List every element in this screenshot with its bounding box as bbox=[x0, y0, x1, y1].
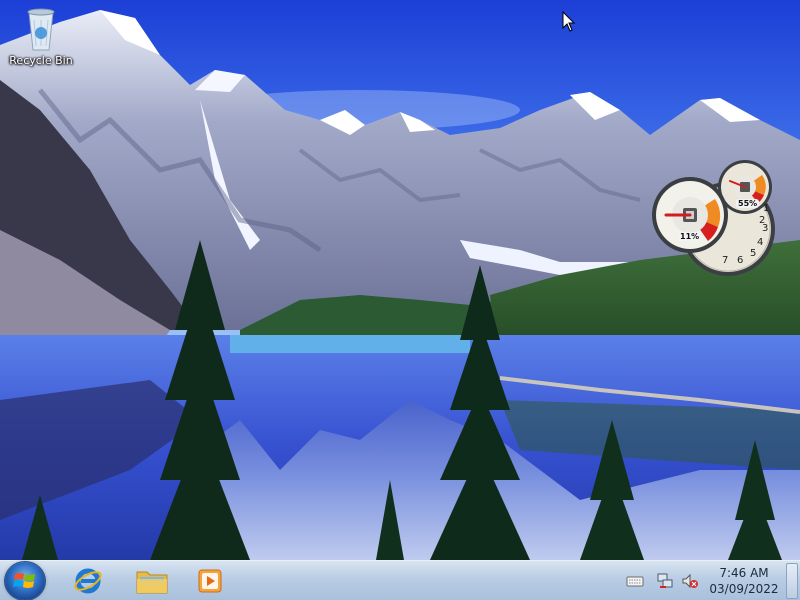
clock-date: 03/09/2022 bbox=[709, 582, 779, 596]
volume-muted-icon[interactable] bbox=[681, 572, 699, 590]
mouse-pointer-icon bbox=[562, 10, 576, 33]
gadget-dial-number: 3 bbox=[762, 223, 769, 234]
taskbar-media-player[interactable] bbox=[184, 563, 236, 599]
taskbar-windows-explorer[interactable] bbox=[126, 563, 178, 599]
internet-explorer-icon bbox=[74, 568, 102, 594]
cpu-meter-gadget[interactable]: 1 2 3 4 5 6 7 11% 55% bbox=[650, 155, 778, 283]
gadget-dial-number: 6 bbox=[737, 255, 744, 266]
start-button[interactable] bbox=[5, 562, 45, 600]
taskbar: 7:46 AM 03/09/2022 bbox=[0, 560, 800, 600]
system-clock[interactable]: 7:46 AM 03/09/2022 bbox=[708, 565, 780, 597]
gadget-dial-number: 5 bbox=[750, 248, 757, 259]
keyboard-icon[interactable] bbox=[626, 572, 644, 590]
windows-logo-icon bbox=[13, 573, 35, 588]
memory-usage-readout: 55% bbox=[736, 199, 760, 208]
media-player-icon bbox=[198, 569, 222, 593]
gadget-dial-number: 1 bbox=[763, 203, 770, 214]
taskbar-internet-explorer[interactable] bbox=[62, 563, 114, 599]
gadget-dial-number: 7 bbox=[722, 255, 729, 266]
recycle-bin-icon bbox=[21, 6, 61, 52]
cpu-usage-readout: 11% bbox=[678, 232, 702, 241]
folder-icon bbox=[136, 571, 168, 594]
desktop-icon-recycle-bin[interactable]: Recycle Bin bbox=[4, 6, 78, 67]
network-icon[interactable] bbox=[656, 572, 674, 590]
gadget-dial-number: 4 bbox=[757, 237, 764, 248]
clock-time: 7:46 AM bbox=[719, 566, 769, 580]
desktop-icon-label: Recycle Bin bbox=[9, 54, 73, 67]
show-desktop-button[interactable] bbox=[786, 563, 798, 599]
